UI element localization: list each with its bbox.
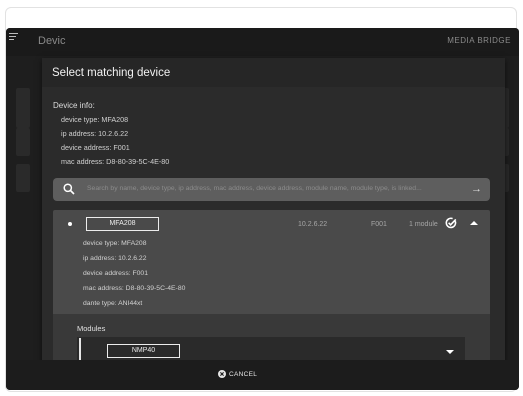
cancel-label: CANCEL — [229, 370, 258, 378]
app-title: Devic — [38, 35, 66, 47]
info-device-type: device type: MFA208 — [61, 115, 129, 124]
check-circle-icon[interactable] — [445, 217, 457, 229]
hamburger-icon[interactable] — [9, 33, 18, 41]
device-info-heading: Device info: — [53, 101, 95, 110]
dialog-title: Select matching device — [52, 67, 171, 79]
screenshot-frame: Devic MEDIA BRIDGE Select matching devic… — [5, 7, 519, 392]
background-panel — [16, 88, 30, 128]
module-name-field[interactable]: NMP40 — [107, 344, 180, 358]
detail-device-address: device address: F001 — [83, 270, 148, 277]
app-window: Devic MEDIA BRIDGE Select matching devic… — [6, 28, 519, 390]
device-ip: 10.2.6.22 — [298, 221, 328, 228]
status-dot-icon — [68, 222, 72, 226]
detail-dante-type: dante type: ANI44xt — [83, 300, 143, 307]
caret-down-icon[interactable] — [446, 350, 454, 354]
dialog-footer: CANCEL — [6, 360, 519, 390]
search-input[interactable]: Search by name, device type, ip address,… — [87, 185, 457, 192]
background-panel — [16, 128, 30, 156]
background-panel — [16, 164, 30, 192]
info-device-address: device address: F001 — [61, 143, 130, 152]
close-circle-icon — [218, 370, 226, 378]
detail-mac-address: mac address: D8-80-39-5C-4E-80 — [83, 285, 186, 292]
info-mac-address: mac address: D8-80-39-5C-4E-80 — [61, 157, 170, 166]
search-bar: Search by name, device type, ip address,… — [53, 178, 490, 201]
detail-device-type: device type: MFA208 — [83, 240, 147, 247]
info-ip-address: ip address: 10.2.6.22 — [61, 129, 129, 138]
select-device-dialog: Select matching device Device info: devi… — [42, 58, 505, 390]
detail-ip-address: ip address: 10.2.6.22 — [83, 255, 147, 262]
app-topbar: Devic MEDIA BRIDGE — [6, 28, 519, 56]
app-right-label: MEDIA BRIDGE — [447, 36, 511, 45]
device-address: F001 — [371, 221, 387, 228]
cancel-button[interactable]: CANCEL — [218, 368, 257, 380]
caret-up-icon[interactable] — [470, 221, 478, 225]
arrow-right-icon[interactable]: → — [471, 183, 482, 195]
search-icon — [63, 183, 75, 195]
device-name-field[interactable]: MFA208 — [86, 217, 159, 231]
modules-heading: Modules — [77, 324, 106, 333]
device-card[interactable]: MFA208 10.2.6.22 F001 1 module device ty… — [53, 210, 490, 384]
device-modules-count: 1 module — [409, 221, 438, 228]
